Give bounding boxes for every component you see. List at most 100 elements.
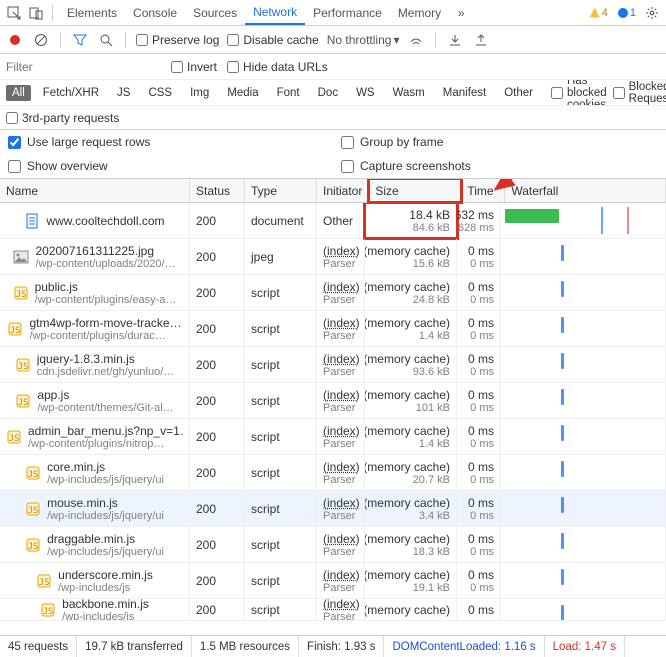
cell-waterfall bbox=[501, 455, 666, 490]
svg-text:JS: JS bbox=[43, 607, 54, 617]
script-icon: JS bbox=[15, 357, 31, 373]
kind-wasm[interactable]: Wasm bbox=[387, 85, 431, 101]
kind-css[interactable]: CSS bbox=[142, 85, 178, 101]
col-size[interactable]: Size bbox=[369, 179, 461, 202]
kind-media[interactable]: Media bbox=[221, 85, 264, 101]
table-row[interactable]: JSbackbone.min.js/wp-includes/js200scrip… bbox=[0, 599, 666, 621]
device-icon[interactable] bbox=[26, 3, 46, 23]
col-waterfall[interactable]: Waterfall bbox=[505, 179, 666, 202]
table-row[interactable]: JSunderscore.min.js/wp-includes/js200scr… bbox=[0, 563, 666, 599]
cell-type: script bbox=[245, 311, 317, 346]
table-row[interactable]: www.cooltechdoll.com200documentOther18.4… bbox=[0, 203, 666, 239]
cell-size: (memory cache)101 kB bbox=[365, 383, 457, 418]
kind-js[interactable]: JS bbox=[111, 85, 136, 101]
messages-badge[interactable]: 1 bbox=[614, 7, 640, 19]
disable-cache-checkbox[interactable]: Disable cache bbox=[227, 33, 318, 47]
table-row[interactable]: JSdraggable.min.js/wp-includes/js/jquery… bbox=[0, 527, 666, 563]
table-row[interactable]: JSapp.js/wp-content/themes/Git-al…200scr… bbox=[0, 383, 666, 419]
cell-size: (memory cache)1.4 kB bbox=[365, 311, 457, 346]
preserve-log-checkbox[interactable]: Preserve log bbox=[136, 33, 219, 47]
invert-checkbox[interactable]: Invert bbox=[171, 60, 217, 74]
cell-initiator[interactable]: (index)Parser bbox=[317, 455, 365, 490]
hide-data-urls-checkbox[interactable]: Hide data URLs bbox=[227, 60, 328, 74]
kind-img[interactable]: Img bbox=[184, 85, 215, 101]
tab-elements[interactable]: Elements bbox=[59, 0, 125, 25]
inspect-icon[interactable] bbox=[4, 3, 24, 23]
cell-initiator[interactable]: (index)Parser bbox=[317, 239, 365, 274]
cell-time: 0 ms0 ms bbox=[457, 239, 501, 274]
throttling-select[interactable]: No throttling ▾ bbox=[327, 33, 400, 47]
cell-status: 200 bbox=[190, 491, 245, 526]
kind-fetchxhr[interactable]: Fetch/XHR bbox=[37, 85, 105, 101]
col-name[interactable]: Name bbox=[0, 179, 190, 202]
kind-manifest[interactable]: Manifest bbox=[437, 85, 492, 101]
cell-initiator[interactable]: (index)Parser bbox=[317, 599, 365, 620]
export-icon[interactable] bbox=[472, 31, 490, 49]
cell-initiator[interactable]: (index)Parser bbox=[317, 419, 365, 454]
cell-waterfall bbox=[501, 599, 666, 620]
cell-time: 632 ms628 ms bbox=[457, 203, 501, 238]
filter-input[interactable] bbox=[6, 60, 161, 74]
table-row[interactable]: JSgtm4wp-form-move-tracke…/wp-content/pl… bbox=[0, 311, 666, 347]
table-row[interactable]: JSadmin_bar_menu.js?np_v=1…/wp-content/p… bbox=[0, 419, 666, 455]
cell-initiator[interactable]: (index)Parser bbox=[317, 491, 365, 526]
import-icon[interactable] bbox=[446, 31, 464, 49]
cell-time: 0 ms0 ms bbox=[457, 419, 501, 454]
show-overview-checkbox[interactable] bbox=[8, 160, 21, 173]
cell-initiator[interactable]: (index)Parser bbox=[317, 311, 365, 346]
script-icon: JS bbox=[15, 393, 31, 409]
cell-initiator[interactable]: (index)Parser bbox=[317, 275, 365, 310]
tab-network[interactable]: Network bbox=[245, 0, 305, 25]
request-path: /wp-content/uploads/2020/… bbox=[35, 258, 175, 270]
script-icon: JS bbox=[25, 501, 41, 517]
cell-size: (memory cache)20.7 kB bbox=[365, 455, 457, 490]
group-frame-checkbox[interactable] bbox=[341, 136, 354, 149]
cell-initiator[interactable]: (index)Parser bbox=[317, 347, 365, 382]
table-row[interactable]: JScore.min.js/wp-includes/js/jquery/ui20… bbox=[0, 455, 666, 491]
settings-icon[interactable] bbox=[642, 3, 662, 23]
cell-initiator[interactable]: (index)Parser bbox=[317, 527, 365, 562]
record-icon[interactable] bbox=[6, 31, 24, 49]
tab-console[interactable]: Console bbox=[125, 0, 185, 25]
kind-all[interactable]: All bbox=[6, 85, 31, 101]
kind-font[interactable]: Font bbox=[271, 85, 306, 101]
cell-initiator[interactable]: (index)Parser bbox=[317, 563, 365, 598]
capture-screenshots-checkbox[interactable] bbox=[341, 160, 354, 173]
clear-icon[interactable] bbox=[32, 31, 50, 49]
kind-other[interactable]: Other bbox=[498, 85, 539, 101]
third-party-checkbox[interactable]: 3rd-party requests bbox=[6, 111, 119, 125]
cell-type: document bbox=[245, 203, 317, 238]
triangle-icon bbox=[590, 8, 600, 18]
kind-doc[interactable]: Doc bbox=[312, 85, 344, 101]
col-status[interactable]: Status bbox=[190, 179, 245, 202]
cell-initiator[interactable]: Other bbox=[317, 203, 365, 238]
tab-memory[interactable]: Memory bbox=[390, 0, 449, 25]
large-rows-checkbox[interactable] bbox=[8, 136, 21, 149]
kind-ws[interactable]: WS bbox=[350, 85, 381, 101]
capture-label: Capture screenshots bbox=[360, 159, 471, 173]
cell-status: 200 bbox=[190, 203, 245, 238]
cell-initiator[interactable]: (index)Parser bbox=[317, 383, 365, 418]
cell-waterfall bbox=[501, 419, 666, 454]
search-icon[interactable] bbox=[97, 31, 115, 49]
blocked-requests-checkbox[interactable]: Blocked Requests bbox=[613, 81, 666, 105]
table-row[interactable]: JSpublic.js/wp-content/plugins/easy-a…20… bbox=[0, 275, 666, 311]
table-row[interactable]: JSmouse.min.js/wp-includes/js/jquery/ui2… bbox=[0, 491, 666, 527]
col-initiator[interactable]: Initiator bbox=[317, 179, 369, 202]
image-icon bbox=[13, 249, 29, 265]
tab-performance[interactable]: Performance bbox=[305, 0, 390, 25]
tab-sources[interactable]: Sources bbox=[185, 0, 245, 25]
blocked-cookies-checkbox[interactable]: Has blocked cookies bbox=[551, 80, 607, 106]
cell-status: 200 bbox=[190, 347, 245, 382]
table-row[interactable]: 202007161311225.jpg/wp-content/uploads/2… bbox=[0, 239, 666, 275]
more-tabs-icon[interactable]: » bbox=[451, 3, 471, 23]
cell-size: (memory cache)93.6 kB bbox=[365, 347, 457, 382]
svg-text:JS: JS bbox=[15, 290, 26, 300]
col-type[interactable]: Type bbox=[245, 179, 317, 202]
col-time[interactable]: Time bbox=[461, 179, 505, 202]
warnings-badge[interactable]: 4 bbox=[586, 7, 612, 19]
network-conditions-icon[interactable] bbox=[407, 31, 425, 49]
filter-icon[interactable] bbox=[71, 31, 89, 49]
cell-type: script bbox=[245, 275, 317, 310]
table-row[interactable]: JSjquery-1.8.3.min.jscdn.jsdelivr.net/gh… bbox=[0, 347, 666, 383]
